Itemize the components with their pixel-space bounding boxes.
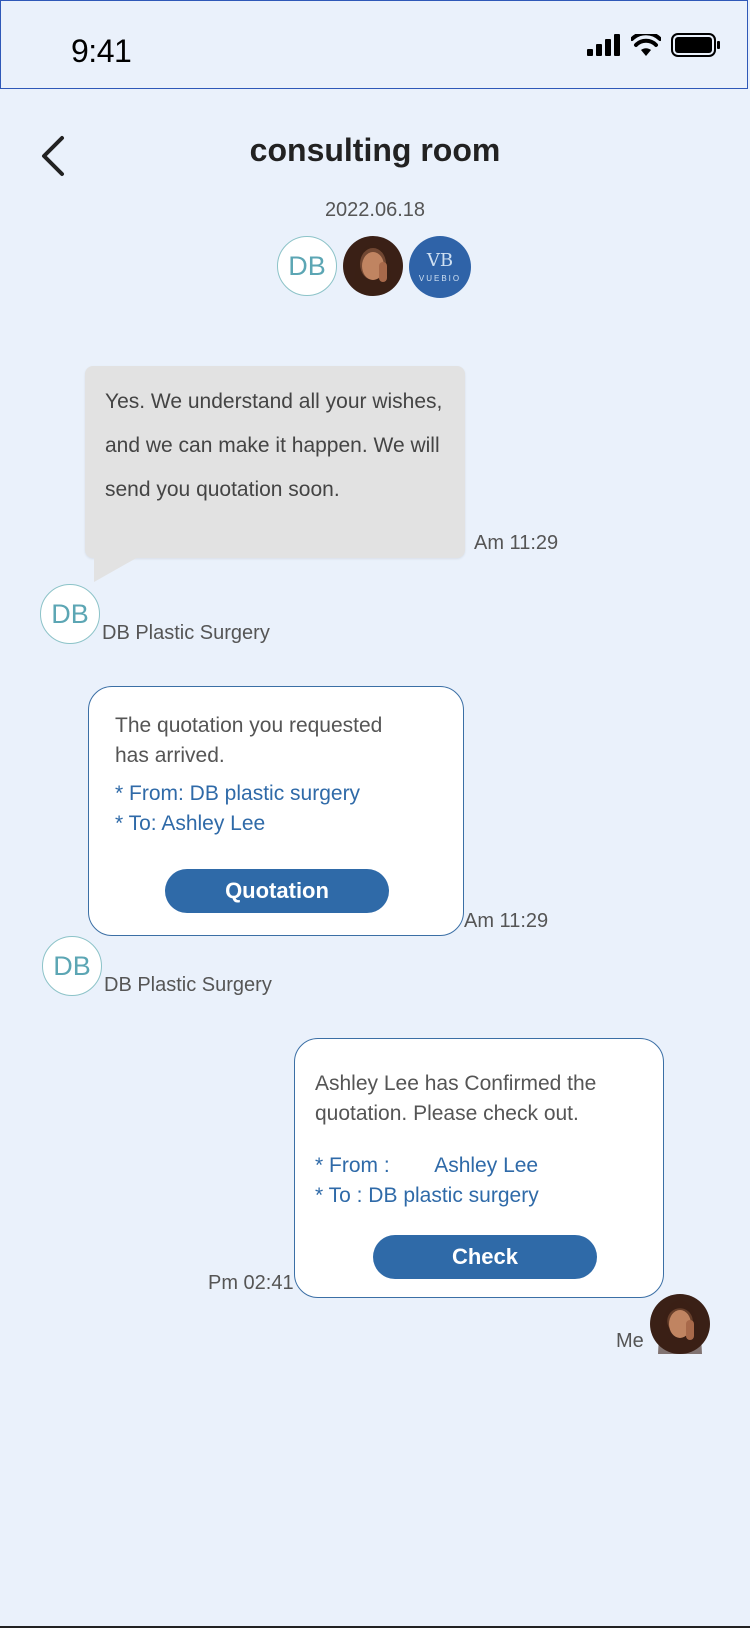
message-time: Am 11:29 (474, 532, 559, 554)
user-photo-avatar[interactable] (343, 236, 403, 296)
message-time: Pm 02:41 (208, 1272, 294, 1294)
sender-avatar[interactable]: DB (42, 936, 102, 996)
sender-avatar[interactable]: DB (40, 584, 100, 644)
page-title: consulting room (249, 132, 501, 168)
participant-avatars: DB VB VUEBIO (277, 236, 471, 298)
portrait-icon (658, 1300, 702, 1354)
status-time: 9:41 (71, 33, 132, 69)
db-avatar[interactable]: DB (277, 236, 337, 296)
card-to: * To : DB plastic surgery (315, 1184, 539, 1207)
battery-icon (671, 33, 720, 57)
portrait-icon (353, 244, 393, 296)
sender-name: Me (616, 1330, 644, 1352)
card-text-line2: has arrived. (115, 744, 225, 767)
vuebio-monogram: VB (426, 249, 454, 271)
card-from-label: * From : (315, 1154, 390, 1177)
card-text-line1: The quotation you requested (115, 714, 383, 737)
card-from: * From : Ashley Lee (315, 1151, 596, 1181)
quotation-card: The quotation you requested has arrived.… (88, 686, 464, 936)
sender-name: DB Plastic Surgery (102, 622, 270, 644)
check-button[interactable]: Check (373, 1235, 597, 1279)
my-avatar[interactable] (650, 1294, 710, 1354)
signal-icon (587, 34, 620, 56)
card-text-line1: Ashley Lee has Confirmed the (315, 1072, 597, 1095)
status-bar: 9:41 (0, 0, 748, 89)
card-from: * From: DB plastic surgery (115, 782, 361, 805)
chat-date: 2022.06.18 (324, 199, 426, 221)
card-to: * To: Ashley Lee (115, 812, 266, 835)
bubble-tail (94, 556, 140, 582)
vuebio-avatar[interactable]: VB VUEBIO (409, 236, 471, 298)
status-icons (587, 33, 721, 57)
message-time: Am 11:29 (464, 910, 549, 932)
card-from-value: Ashley Lee (434, 1154, 539, 1177)
vuebio-wordmark: VUEBIO (418, 273, 462, 283)
sender-name: DB Plastic Surgery (104, 974, 272, 996)
message-bubble-db-1: Yes. We understand all your wishes, and … (85, 366, 465, 558)
confirmation-card: Ashley Lee has Confirmed the quotation. … (294, 1038, 664, 1298)
wifi-icon (631, 34, 661, 56)
card-text-line2: quotation. Please check out. (315, 1102, 579, 1125)
quotation-button[interactable]: Quotation (165, 869, 389, 913)
